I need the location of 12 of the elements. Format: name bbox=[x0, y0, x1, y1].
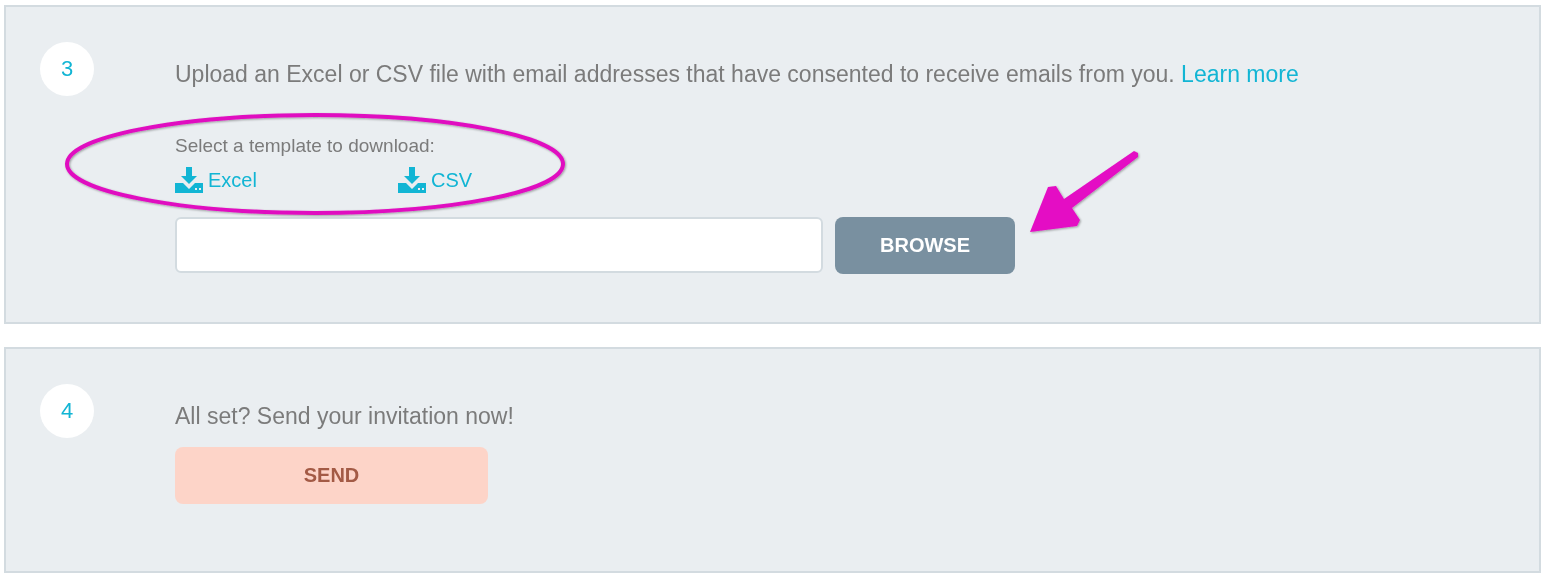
template-download-link[interactable]: CSV bbox=[398, 167, 621, 193]
step-description: All set? Send your invitation now! bbox=[175, 402, 515, 431]
download-icon bbox=[398, 167, 426, 193]
template-label: Select a template to download: bbox=[175, 135, 436, 157]
learn-more-link[interactable]: Learn more bbox=[1181, 61, 1299, 87]
step-description: Upload an Excel or CSV file with email addresses that have consented to receive emails from you. Learn more bbox=[175, 60, 1300, 89]
template-download-link[interactable]: Excel bbox=[175, 167, 398, 193]
step-number: 3 bbox=[40, 42, 94, 96]
step-number: 4 bbox=[40, 384, 94, 438]
browse-button[interactable]: BROWSE bbox=[835, 217, 1015, 274]
file-field[interactable] bbox=[175, 217, 823, 273]
download-icon bbox=[175, 167, 203, 193]
